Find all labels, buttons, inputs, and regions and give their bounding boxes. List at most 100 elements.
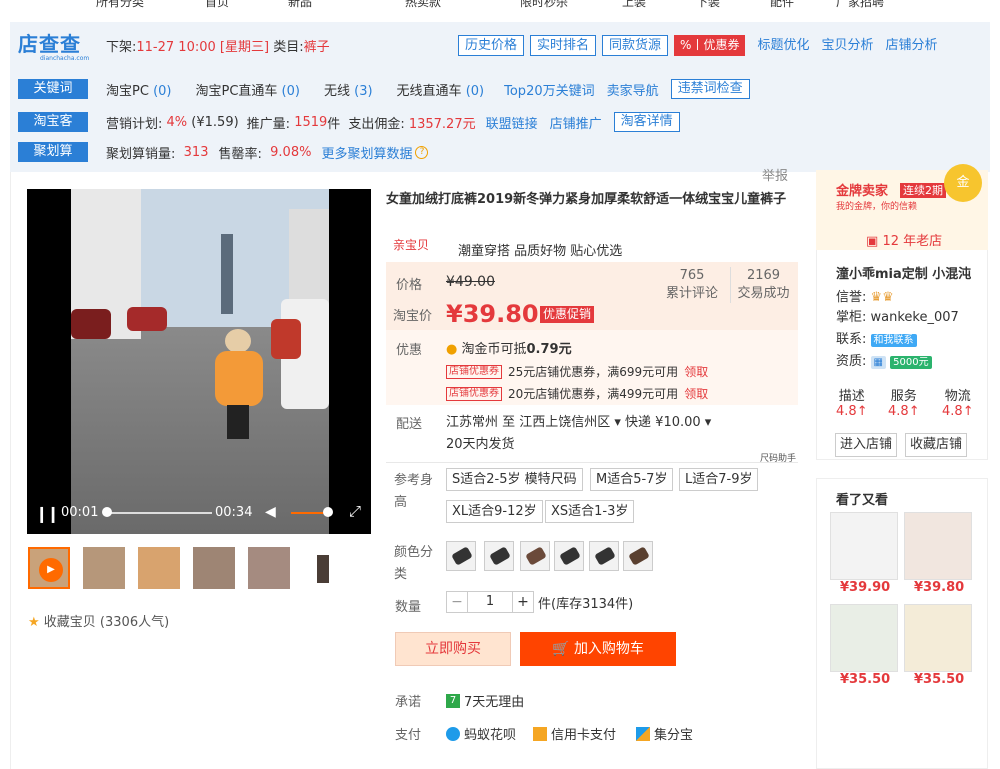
size-label: 参考身高 [394, 473, 434, 510]
nav-item[interactable]: 新品 [288, 0, 312, 10]
shop-analysis-link[interactable]: 店铺分析 [885, 35, 937, 56]
thumbnail[interactable] [138, 547, 180, 589]
rec-item-image[interactable] [904, 512, 972, 580]
nav-item[interactable]: 厂家招聘 [836, 0, 884, 10]
color-swatch[interactable] [520, 541, 550, 571]
nav-item[interactable]: 下装 [696, 0, 720, 10]
content-border [10, 172, 11, 769]
fullscreen-icon[interactable]: ⤢ [349, 502, 361, 520]
decrease-button[interactable]: − [446, 591, 468, 613]
color-swatch[interactable] [554, 541, 584, 571]
star-icon: ★ [28, 615, 40, 630]
shop-icon: ▣ [866, 234, 879, 249]
union-link[interactable]: 联盟链接 [486, 113, 538, 132]
nav-item[interactable]: 热卖款 [405, 0, 441, 10]
shop-years: ▣ 12 年老店 [866, 234, 943, 249]
color-swatch[interactable] [446, 541, 476, 571]
payment-credit: 信用卡支付 [533, 724, 616, 743]
juhua-sales-label: 聚划算销量: [106, 146, 176, 162]
same-source-button[interactable]: 同款货源 [602, 35, 669, 56]
rec-item-price: ¥39.80 [914, 580, 965, 595]
video-frame [71, 189, 329, 534]
rec-item-price: ¥35.50 [840, 672, 891, 687]
increase-button[interactable]: + [512, 591, 534, 613]
volume-handle[interactable] [323, 507, 334, 517]
favorite-item[interactable]: ★ 收藏宝贝 (3306人气) [28, 611, 169, 630]
taoke-detail-button[interactable]: 淘客详情 [613, 112, 680, 132]
shop-name[interactable]: 潼小乖mia定制 小混沌 [836, 263, 986, 282]
progress-bar[interactable] [104, 512, 212, 514]
item-analysis-link[interactable]: 宝贝分析 [821, 35, 873, 56]
shop-contact[interactable]: 联系: 和我联系 [836, 328, 917, 347]
review-count[interactable]: 765 累计评论 [660, 267, 724, 303]
color-swatch[interactable] [589, 541, 619, 571]
shop-promo-link[interactable]: 店铺推广 [550, 113, 602, 132]
kw-wireless[interactable]: 无线 (3) [324, 80, 373, 99]
plan-label: 营销计划: [106, 116, 163, 132]
thumbnail-video[interactable]: ▶ [28, 547, 70, 589]
report-link[interactable]: 举报 [762, 165, 788, 184]
rec-item-image[interactable] [830, 512, 898, 580]
rec-item-image[interactable] [904, 604, 972, 672]
thumbnail[interactable] [303, 547, 345, 589]
size-option-xl[interactable]: XL适合9-12岁 [446, 500, 543, 523]
size-option-s[interactable]: S适合2-5岁 模特尺码 [446, 468, 583, 491]
video-player[interactable] [27, 189, 371, 534]
volume-icon[interactable]: ◀ [265, 504, 276, 520]
shipping-info[interactable]: 江苏常州 至 江西上饶信州区 ▾ 快递 ¥10.00 ▾ 20天内发货 [446, 412, 766, 456]
taoke-row: 淘宝客 营销计划: 4% (¥1.59) 推广量: 1519 件 支出佣金: 13… [18, 111, 680, 133]
quantity-input[interactable]: 1 [468, 591, 512, 613]
car [271, 319, 301, 359]
rec-item-price: ¥35.50 [914, 672, 965, 687]
seller-nav-link[interactable]: 卖家导航 [607, 80, 659, 99]
shop-keeper: 掌柜: wankeke_007 [836, 310, 959, 325]
original-price: ¥49.00 [446, 274, 495, 290]
buy-now-button[interactable]: 立即购买 [395, 632, 511, 666]
nav-item[interactable]: 配件 [770, 0, 794, 10]
thumbnail[interactable] [83, 547, 125, 589]
seven-day-return[interactable]: 7 7天无理由 [446, 691, 524, 710]
realtime-rank-button[interactable]: 实时排名 [530, 35, 597, 56]
color-swatch[interactable] [623, 541, 653, 571]
size-option-m[interactable]: M适合5-7岁 [590, 468, 674, 491]
rec-item-image[interactable] [830, 604, 898, 672]
nav-item[interactable]: 上装 [622, 0, 646, 10]
qinbaobei-badge: 亲宝贝 [393, 238, 430, 252]
collect-shop-button[interactable]: 收藏店铺 [905, 433, 968, 457]
taobao-price-label: 淘宝价 [393, 309, 433, 324]
size-option-l[interactable]: L适合7-9岁 [679, 468, 759, 491]
title-optimize-link[interactable]: 标题优化 [757, 35, 809, 56]
color-swatch[interactable] [484, 541, 514, 571]
nav-item[interactable]: 限时秒杀 [520, 0, 568, 10]
logo-subtext: dianchacha.com [40, 55, 90, 62]
rating-logistics: 物流 4.8↑ [942, 389, 974, 419]
history-price-button[interactable]: 历史价格 [458, 35, 525, 56]
sellout-label: 售罄率: [218, 146, 262, 162]
more-juhua-link[interactable]: 更多聚划算数据 [321, 143, 412, 162]
banned-word-check-button[interactable]: 违禁词检查 [670, 79, 750, 99]
keyword-tag: 关键词 [18, 79, 88, 99]
progress-handle[interactable] [102, 507, 113, 517]
claim-coupon-link[interactable]: 领取 [684, 385, 708, 402]
nav-item[interactable]: 所有分类 [96, 0, 144, 10]
huabei-icon [446, 726, 460, 741]
add-to-cart-button[interactable]: 🛒 加入购物车 [520, 632, 676, 666]
coupon-button[interactable]: %丨优惠券 [674, 35, 746, 56]
enter-shop-button[interactable]: 进入店铺 [835, 433, 898, 457]
kw-taobao-pc-ztc[interactable]: 淘宝PC直通车 (0) [195, 80, 299, 99]
top20-keywords-link[interactable]: Top20万关键词 [504, 80, 594, 99]
thumbnail[interactable] [248, 547, 290, 589]
quantity-label: 数量 [395, 600, 422, 615]
help-icon[interactable]: ? [415, 145, 429, 159]
crown-icon: ♛♛ [870, 290, 894, 305]
nav-item[interactable]: 首页 [205, 0, 229, 10]
thumbnail[interactable] [193, 547, 235, 589]
pause-icon[interactable]: ❙❙ [35, 504, 60, 523]
size-option-xs[interactable]: XS适合1-3岁 [545, 500, 635, 523]
kw-taobao-pc[interactable]: 淘宝PC (0) [106, 80, 171, 99]
dianchacha-logo[interactable]: 店查查 dianchacha.com [18, 30, 94, 62]
claim-coupon-link[interactable]: 领取 [684, 363, 708, 380]
keyword-row: 关键词 淘宝PC (0) 淘宝PC直通车 (0) 无线 (3) 无线直通车 (0… [18, 78, 750, 100]
discount-label: 优惠 [396, 343, 423, 358]
kw-wireless-ztc[interactable]: 无线直通车 (0) [397, 80, 485, 99]
